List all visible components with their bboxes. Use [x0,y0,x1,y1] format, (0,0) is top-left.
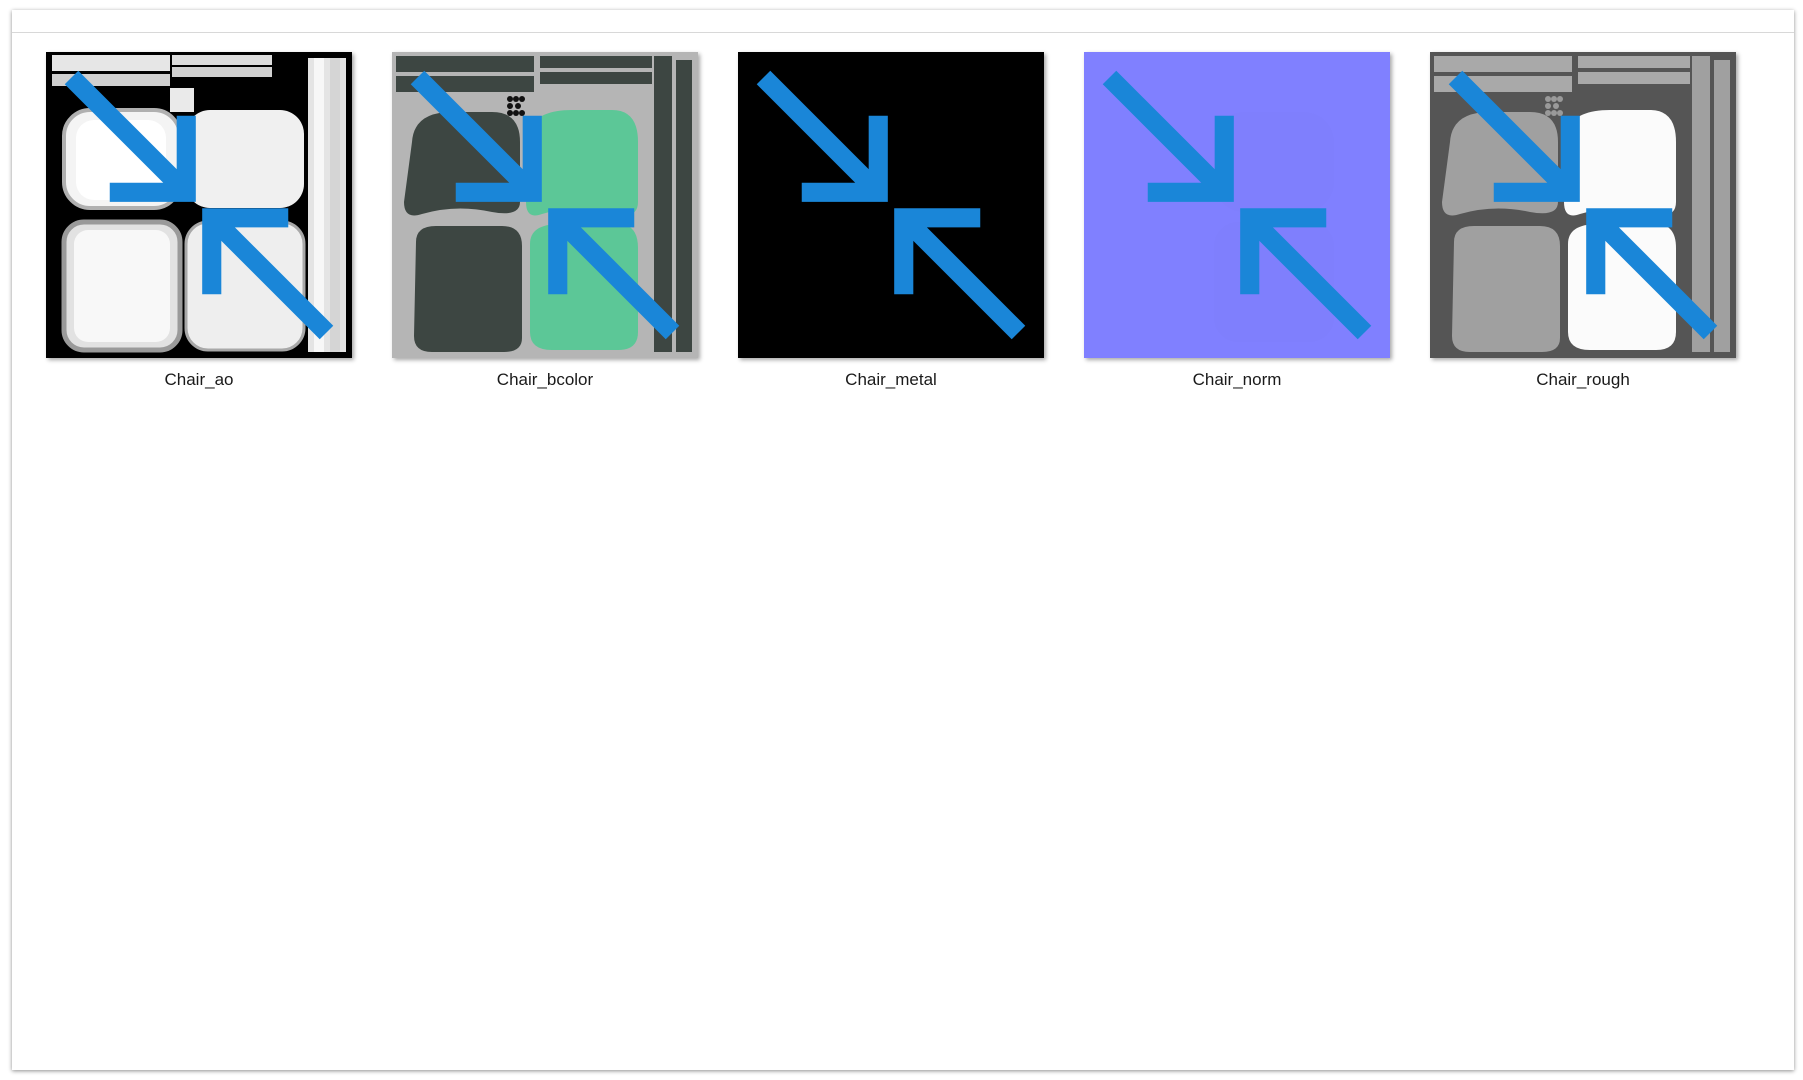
file-name-label[interactable]: Chair_norm [1084,370,1390,390]
file-name-label[interactable]: Chair_bcolor [392,370,698,390]
window-top-bar [12,10,1794,33]
file-name-label[interactable]: Chair_rough [1430,370,1736,390]
thumbnail-chair-metal[interactable] [738,52,1044,358]
thumbnail-chair-bcolor[interactable] [392,52,698,358]
compressed-icon [756,70,1026,340]
file-name-label[interactable]: Chair_ao [46,370,352,390]
thumbnail-chair-norm[interactable] [1084,52,1390,358]
compressed-icon [64,70,334,340]
file-name-label[interactable]: Chair_metal [738,370,1044,390]
compressed-icon [1102,70,1372,340]
thumbnail-chair-rough[interactable] [1430,52,1736,358]
thumbnail-chair-ao[interactable] [46,52,352,358]
compressed-icon [410,70,680,340]
compressed-icon [1448,70,1718,340]
explorer-window: Chair_ao Chair_bcolor Chair_metal Chair_… [12,10,1794,1070]
